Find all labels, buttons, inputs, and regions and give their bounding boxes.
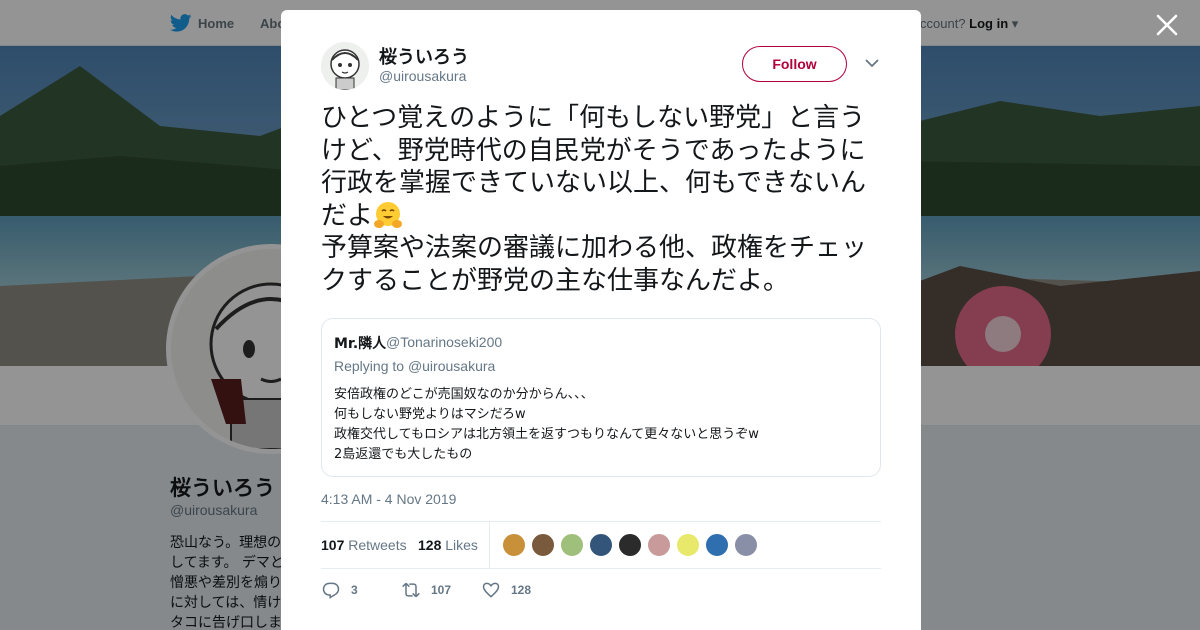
replying-to-label: Replying to <box>334 358 408 374</box>
retweet-icon <box>402 582 420 598</box>
hugging-face-emoji <box>374 201 403 228</box>
follow-button[interactable]: Follow <box>742 46 847 82</box>
liker-avatar[interactable] <box>530 532 556 558</box>
liker-avatar[interactable] <box>675 532 701 558</box>
quoted-tweet[interactable]: Mr.隣人 @Tonarinoseki200 Replying to @uiro… <box>321 318 881 477</box>
retweets-count: 107 <box>321 537 345 553</box>
replying-to-handle[interactable]: @uirousakura <box>408 358 495 374</box>
tweet-text: ひとつ覚えのように「何もしない野党」と言うけど、野党時代の自民党がそうであったよ… <box>321 102 886 297</box>
reply-icon <box>322 582 340 599</box>
stats-divider <box>489 522 490 569</box>
likes-count: 128 <box>418 537 442 553</box>
chevron-down-icon[interactable] <box>865 58 879 68</box>
liker-avatar[interactable] <box>588 532 614 558</box>
liker-avatars <box>501 532 762 558</box>
like-button[interactable]: 128 <box>481 580 531 600</box>
tweet-actions: 3 107 128 <box>321 580 881 604</box>
likes-label: Likes <box>445 537 478 553</box>
author-handle[interactable]: @uirousakura <box>379 68 466 84</box>
likes-stat[interactable]: 128 Likes <box>418 537 478 553</box>
author-avatar[interactable] <box>321 42 369 90</box>
tweet-modal: 桜ういろう @uirousakura Follow ひとつ覚えのように「何もしな… <box>281 10 921 630</box>
tweet-text-part2: 予算案や法案の審議に加わる他、政権をチェックすることが野党の主な仕事なんだよ。 <box>321 233 868 296</box>
retweet-count: 107 <box>431 583 452 597</box>
retweet-button[interactable]: 107 <box>401 580 451 600</box>
quoted-author-handle: @Tonarinoseki200 <box>386 334 503 350</box>
liker-avatar[interactable] <box>617 532 643 558</box>
liker-avatar[interactable] <box>733 532 759 558</box>
liker-avatar[interactable] <box>646 532 672 558</box>
reply-button[interactable]: 3 <box>321 580 358 600</box>
quoted-replying-to: Replying to @uirousakura <box>334 358 495 374</box>
tweet-stats: 107 Retweets 128 Likes <box>321 521 881 569</box>
like-count: 128 <box>511 583 532 597</box>
tweet-timestamp[interactable]: 4:13 AM - 4 Nov 2019 <box>321 491 456 507</box>
author-name[interactable]: 桜ういろう <box>379 43 469 69</box>
quoted-tweet-body: 安倍政権のどこが売国奴なのか分からん、、、 何もしない野党よりはマシだろw 政権… <box>334 387 759 462</box>
close-icon[interactable] <box>1154 12 1180 38</box>
retweets-label: Retweets <box>348 537 407 553</box>
liker-avatar[interactable] <box>704 532 730 558</box>
liker-avatar[interactable] <box>559 532 585 558</box>
retweets-stat[interactable]: 107 Retweets <box>321 537 407 553</box>
reply-count: 3 <box>351 583 358 597</box>
like-icon <box>482 582 500 598</box>
quoted-author-name: Mr.隣人 <box>334 336 387 352</box>
liker-avatar[interactable] <box>501 532 527 558</box>
